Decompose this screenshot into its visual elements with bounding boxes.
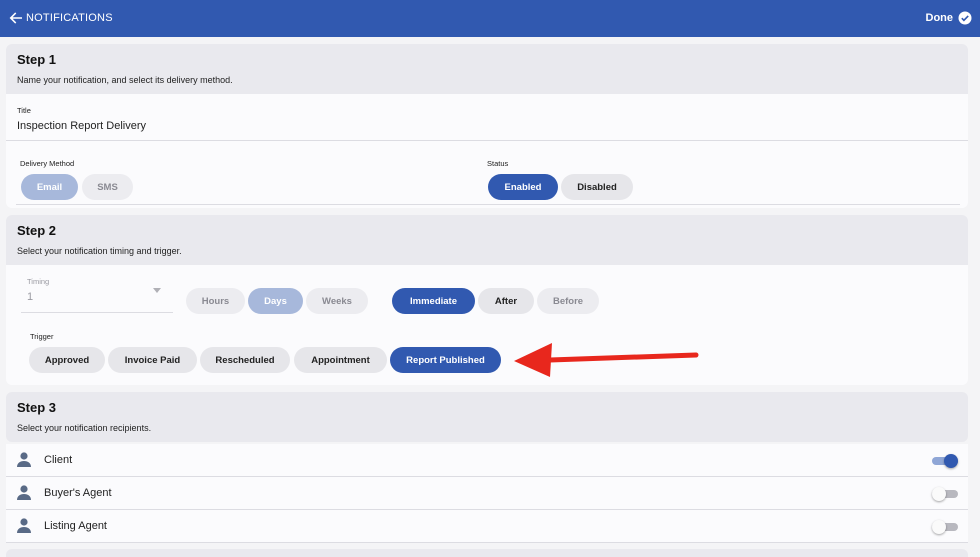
timing-immediate-button[interactable]: Immediate bbox=[392, 288, 475, 314]
title-underline bbox=[6, 140, 968, 141]
recipient-row-client: Client bbox=[6, 444, 968, 476]
step-2-section: Step 2 Select your notification timing a… bbox=[6, 215, 968, 385]
status-label: Status bbox=[487, 159, 509, 168]
done-button[interactable]: Done bbox=[926, 9, 973, 27]
trigger-rescheduled-button[interactable]: Rescheduled bbox=[200, 347, 290, 373]
step-1-heading: Step 1 bbox=[17, 52, 57, 67]
trigger-label: Trigger bbox=[30, 332, 54, 341]
status-enabled-button[interactable]: Enabled bbox=[488, 174, 558, 200]
recipient-name: Client bbox=[44, 454, 73, 466]
unit-hours-button[interactable]: Hours bbox=[186, 288, 245, 314]
step-1-section: Step 1 Name your notification, and selec… bbox=[6, 44, 968, 208]
recipient-divider bbox=[6, 542, 968, 543]
done-label: Done bbox=[925, 12, 954, 24]
timing-after-button[interactable]: After bbox=[478, 288, 534, 314]
next-section-edge bbox=[6, 549, 968, 557]
step-2-subtitle: Select your notification timing and trig… bbox=[17, 246, 182, 256]
recipient-name: Listing Agent bbox=[44, 520, 107, 532]
recipient-row-buyers-agent: Buyer's Agent bbox=[6, 477, 968, 509]
unit-weeks-button[interactable]: Weeks bbox=[306, 288, 368, 314]
timing-label: Timing bbox=[27, 277, 50, 286]
recipient-row-listing-agent: Listing Agent bbox=[6, 510, 968, 542]
step-1-subtitle: Name your notification, and select its d… bbox=[17, 75, 233, 85]
buyers-agent-toggle[interactable] bbox=[932, 487, 958, 501]
caret-down-icon bbox=[153, 288, 161, 293]
person-icon bbox=[17, 485, 31, 500]
step-3-header: Step 3 Select your notification recipien… bbox=[6, 392, 968, 442]
title-field-label: Title bbox=[17, 106, 31, 115]
top-app-bar: NOTIFICATIONS Done bbox=[0, 0, 980, 37]
trigger-appointment-button[interactable]: Appointment bbox=[294, 347, 387, 373]
step-3-section: Step 3 Select your notification recipien… bbox=[6, 392, 968, 442]
status-disabled-button[interactable]: Disabled bbox=[561, 174, 633, 200]
timing-value: 1 bbox=[27, 291, 34, 303]
timing-before-button[interactable]: Before bbox=[537, 288, 599, 314]
step-3-subtitle: Select your notification recipients. bbox=[17, 423, 152, 433]
step-2-header: Step 2 Select your notification timing a… bbox=[6, 215, 968, 265]
check-circle-icon bbox=[958, 11, 972, 25]
page-title: NOTIFICATIONS bbox=[26, 12, 113, 24]
timing-select[interactable]: Timing 1 bbox=[21, 273, 173, 313]
client-toggle[interactable] bbox=[932, 454, 958, 468]
unit-days-button[interactable]: Days bbox=[248, 288, 303, 314]
person-icon bbox=[17, 452, 31, 467]
step-1-header: Step 1 Name your notification, and selec… bbox=[6, 44, 968, 94]
recipient-name: Buyer's Agent bbox=[44, 487, 112, 499]
delivery-email-button[interactable]: Email bbox=[21, 174, 78, 200]
arrow-left-icon[interactable] bbox=[8, 10, 24, 26]
step-3-heading: Step 3 bbox=[17, 400, 57, 415]
timing-underline bbox=[21, 312, 173, 313]
annotation-arrow-icon bbox=[514, 343, 699, 377]
trigger-approved-button[interactable]: Approved bbox=[29, 347, 105, 373]
listing-agent-toggle[interactable] bbox=[932, 520, 958, 534]
person-icon bbox=[17, 518, 31, 533]
step-2-heading: Step 2 bbox=[17, 223, 57, 238]
trigger-invoice-paid-button[interactable]: Invoice Paid bbox=[108, 347, 197, 373]
delivery-method-label: Delivery Method bbox=[20, 159, 75, 168]
title-input[interactable]: Inspection Report Delivery bbox=[17, 120, 146, 132]
step-1-bottom-divider bbox=[16, 204, 960, 205]
delivery-sms-button[interactable]: SMS bbox=[82, 174, 133, 200]
trigger-report-published-button[interactable]: Report Published bbox=[390, 347, 501, 373]
